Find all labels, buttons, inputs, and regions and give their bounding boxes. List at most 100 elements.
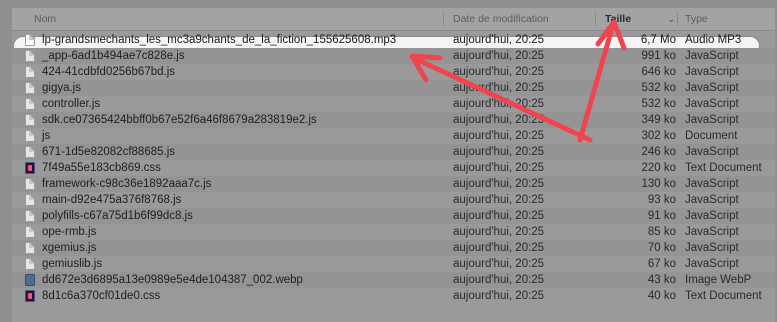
- js-file-icon: [25, 98, 35, 110]
- file-type: JavaScript: [685, 50, 739, 62]
- file-size: 991 ko: [641, 50, 676, 62]
- column-divider[interactable]: [595, 12, 596, 26]
- file-date: aujourd'hui, 20:25: [453, 98, 545, 110]
- column-divider[interactable]: [443, 12, 444, 26]
- file-type: JavaScript: [685, 98, 739, 110]
- file-type: Document: [685, 130, 738, 142]
- file-size: 349 ko: [641, 114, 676, 126]
- column-header-type[interactable]: Type: [685, 8, 708, 30]
- file-row[interactable]: framework-c98c36e1892aaa7c.js aujourd'hui…: [12, 176, 775, 192]
- file-type: JavaScript: [685, 178, 739, 190]
- file-type: JavaScript: [685, 258, 739, 270]
- file-name: controller.js: [42, 98, 101, 110]
- file-size: 43 ko: [647, 274, 676, 286]
- file-size: 130 ko: [641, 178, 676, 190]
- file-date: aujourd'hui, 20:25: [453, 178, 545, 190]
- file-size: 6,7 Mo: [640, 34, 676, 46]
- file-date: aujourd'hui, 20:25: [453, 226, 545, 238]
- file-row[interactable]: xgemius.js aujourd'hui, 20:25 70 ko JavaScr…: [12, 240, 775, 256]
- file-row[interactable]: sdk.ce07365424bbff0b67e52f6a46f8679a2838…: [12, 112, 775, 128]
- file-name: dd672e3d6895a13e0989e5e4de104387_002.web…: [42, 274, 303, 286]
- css-file-icon: [25, 162, 35, 174]
- column-header-size[interactable]: Taille ⌄: [605, 8, 677, 30]
- file-date: aujourd'hui, 20:25: [453, 114, 545, 126]
- file-size: 532 ko: [641, 98, 676, 110]
- audio-file-icon: [25, 34, 35, 46]
- file-row[interactable]: main-d92e475a376f8768.js aujourd'hui, 20:…: [12, 192, 775, 208]
- file-name: polyfills-c67a75d1b6f99dc8.js: [42, 210, 193, 222]
- file-name: js: [42, 130, 51, 142]
- column-header-size-label: Taille: [605, 13, 632, 25]
- file-size: 93 ko: [647, 194, 676, 206]
- css-file-icon: [25, 290, 35, 302]
- file-date: aujourd'hui, 20:25: [453, 162, 545, 174]
- column-divider[interactable]: [677, 12, 678, 26]
- file-name: sdk.ce07365424bbff0b67e52f6a46f8679a2838…: [42, 114, 317, 126]
- js-file-icon: [25, 226, 35, 238]
- file-date: aujourd'hui, 20:25: [453, 194, 545, 206]
- file-date: aujourd'hui, 20:25: [453, 146, 545, 158]
- file-size: 70 ko: [647, 242, 676, 254]
- js-file-icon: [25, 178, 35, 190]
- file-name: gemiuslib.js: [42, 258, 103, 270]
- file-size: 91 ko: [647, 210, 676, 222]
- file-date: aujourd'hui, 20:25: [453, 130, 545, 142]
- file-date: aujourd'hui, 20:25: [453, 290, 545, 302]
- file-row[interactable]: 7f49a55e183cb869.css aujourd'hui, 20:25 22…: [12, 160, 775, 176]
- column-header-name[interactable]: Nom: [34, 8, 56, 30]
- file-size: 67 ko: [647, 258, 676, 270]
- file-date: aujourd'hui, 20:25: [453, 258, 545, 270]
- js-file-icon: [25, 114, 35, 126]
- file-row[interactable]: dd672e3d6895a13e0989e5e4de104387_002.web…: [12, 272, 775, 288]
- chevron-down-icon: ⌄: [667, 14, 675, 24]
- file-row[interactable]: gigya.js aujourd'hui, 20:25 532 ko JavaScri…: [12, 80, 775, 96]
- file-name: 7f49a55e183cb869.css: [42, 162, 161, 174]
- file-date: aujourd'hui, 20:25: [453, 34, 545, 46]
- image-file-icon: [25, 274, 35, 286]
- file-row[interactable]: polyfills-c67a75d1b6f99dc8.js aujourd'hui…: [12, 208, 775, 224]
- file-type: JavaScript: [685, 194, 739, 206]
- file-name: gigya.js: [42, 82, 81, 94]
- file-row[interactable]: 8d1c6a370cf01de0.css aujourd'hui, 20:25 40…: [12, 288, 775, 304]
- file-type: JavaScript: [685, 210, 739, 222]
- file-type: JavaScript: [685, 114, 739, 126]
- file-row[interactable]: js aujourd'hui, 20:25 302 ko Document: [12, 128, 775, 144]
- file-name: 424-41cdbfd0256b67bd.js: [42, 66, 176, 78]
- js-file-icon: [25, 258, 35, 270]
- file-type: Text Document: [685, 290, 762, 302]
- file-type: Text Document: [685, 162, 762, 174]
- file-row[interactable]: ope-rmb.js aujourd'hui, 20:25 85 ko JavaScr…: [12, 224, 775, 240]
- file-date: aujourd'hui, 20:25: [453, 242, 545, 254]
- column-header-bar: Nom Date de modification Taille ⌄ Type: [12, 8, 775, 31]
- finder-list-view: Nom Date de modification Taille ⌄ Type l…: [12, 8, 775, 322]
- file-size: 246 ko: [641, 146, 676, 158]
- file-type: Image WebP: [685, 274, 752, 286]
- file-row[interactable]: controller.js aujourd'hui, 20:25 532 ko Jav…: [12, 96, 775, 112]
- file-size: 302 ko: [641, 130, 676, 142]
- file-size: 532 ko: [641, 82, 676, 94]
- file-date: aujourd'hui, 20:25: [453, 82, 545, 94]
- file-row[interactable]: 671-1d5e82082cf88685.js aujourd'hui, 20:2…: [12, 144, 775, 160]
- column-header-date[interactable]: Date de modification: [453, 8, 549, 30]
- file-name: 8d1c6a370cf01de0.css: [42, 290, 161, 302]
- file-row[interactable]: _app-6ad1b494ae7c828e.js aujourd'hui, 20:…: [12, 48, 775, 64]
- js-file-icon: [25, 82, 35, 94]
- file-name: xgemius.js: [42, 242, 97, 254]
- file-type: JavaScript: [685, 66, 739, 78]
- file-name: ope-rmb.js: [42, 226, 97, 238]
- file-row[interactable]: 424-41cdbfd0256b67bd.js aujourd'hui, 20:2…: [12, 64, 775, 80]
- file-row[interactable]: lp-grandsmechants_les_mc3a9chants_de_la_…: [12, 32, 775, 48]
- js-file-icon: [25, 66, 35, 78]
- file-name: framework-c98c36e1892aaa7c.js: [42, 178, 212, 190]
- js-file-icon: [25, 50, 35, 62]
- document-file-icon: [25, 130, 35, 142]
- file-date: aujourd'hui, 20:25: [453, 274, 545, 286]
- file-row[interactable]: gemiuslib.js aujourd'hui, 20:25 67 ko JavaS…: [12, 256, 775, 272]
- js-file-icon: [25, 210, 35, 222]
- file-date: aujourd'hui, 20:25: [453, 210, 545, 222]
- file-date: aujourd'hui, 20:25: [453, 66, 545, 78]
- file-list: lp-grandsmechants_les_mc3a9chants_de_la_…: [12, 32, 775, 304]
- file-name: main-d92e475a376f8768.js: [42, 194, 182, 206]
- file-name: lp-grandsmechants_les_mc3a9chants_de_la_…: [42, 34, 397, 46]
- file-type: JavaScript: [685, 82, 739, 94]
